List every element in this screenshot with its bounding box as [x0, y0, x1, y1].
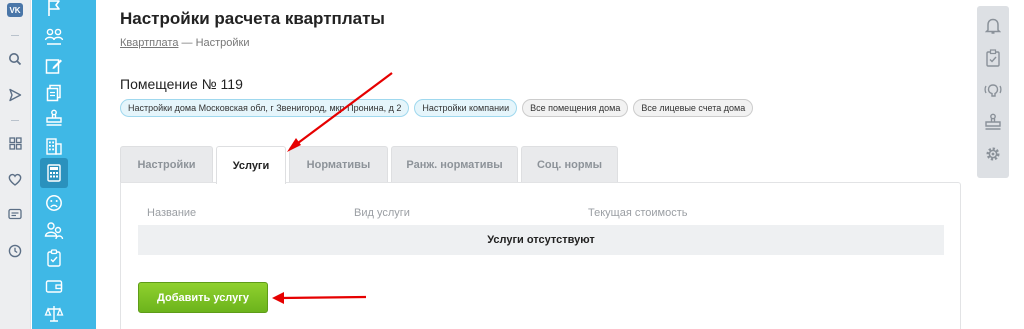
voice-icon[interactable] — [983, 80, 1003, 100]
column-header-name: Название — [147, 207, 197, 219]
breadcrumb-current: Настройки — [195, 37, 250, 49]
wallet-icon[interactable] — [44, 276, 64, 296]
empty-state-row: Услуги отсутствуют — [138, 225, 944, 255]
flag-icon[interactable] — [44, 0, 64, 18]
clipboard-icon[interactable] — [44, 248, 64, 268]
apps-grid-icon[interactable] — [7, 135, 23, 151]
tab-ranged-norms[interactable]: Ранж. нормативы — [391, 146, 518, 183]
chip-company-settings[interactable]: Настройки компании — [414, 99, 518, 117]
column-header-service-type: Вид услуги — [354, 207, 410, 219]
search-icon[interactable] — [7, 51, 23, 67]
bell-icon[interactable] — [983, 16, 1003, 36]
clock-icon[interactable] — [7, 243, 23, 259]
column-header-current-cost: Текущая стоимость — [588, 207, 688, 219]
gear-icon[interactable] — [983, 144, 1003, 164]
breadcrumb: Квартплата — Настройки — [120, 37, 250, 49]
breadcrumb-link-kvartplata[interactable]: Квартплата — [120, 37, 178, 49]
settings-chips: Настройки дома Московская обл, г Звениго… — [120, 99, 754, 117]
add-service-button[interactable]: Добавить услугу — [138, 282, 268, 313]
users-icon[interactable] — [44, 221, 64, 241]
checklist-icon[interactable] — [983, 48, 1003, 68]
people-icon[interactable] — [44, 27, 64, 47]
stamp-icon[interactable] — [44, 108, 64, 128]
services-panel: Название Вид услуги Текущая стоимость Ус… — [120, 182, 961, 329]
tab-norms[interactable]: Нормативы — [289, 146, 388, 183]
sad-face-icon[interactable] — [44, 193, 64, 213]
chip-all-rooms[interactable]: Все помещения дома — [522, 99, 629, 117]
scales-icon[interactable] — [44, 304, 64, 324]
vk-left-rail: VK — [0, 0, 31, 329]
tab-settings[interactable]: Настройки — [120, 146, 213, 183]
vk-logo[interactable]: VK — [7, 3, 23, 17]
calculator-icon[interactable] — [44, 163, 64, 183]
rail-divider — [11, 35, 19, 36]
stamp-icon[interactable] — [983, 112, 1003, 132]
rail-divider — [11, 120, 19, 121]
heart-icon[interactable] — [7, 171, 23, 187]
tab-services[interactable]: Услуги — [216, 146, 286, 184]
card-icon[interactable] — [7, 206, 23, 222]
right-tool-rail — [977, 6, 1009, 178]
tab-social-norms[interactable]: Соц. нормы — [521, 146, 618, 183]
send-icon[interactable] — [7, 87, 23, 103]
documents-icon[interactable] — [44, 83, 64, 103]
chip-house-settings[interactable]: Настройки дома Московская обл, г Звениго… — [120, 99, 410, 117]
app-sidebar — [32, 0, 96, 329]
page-title: Настройки расчета квартплаты — [120, 9, 385, 28]
app-window: VK Настройки расчета квартплаты Квартпла… — [0, 0, 1024, 329]
building-icon[interactable] — [44, 136, 64, 156]
edit-icon[interactable] — [44, 56, 64, 76]
breadcrumb-separator: — — [178, 37, 196, 49]
room-label: Помещение № 119 — [120, 76, 243, 92]
chip-all-accounts[interactable]: Все лицевые счета дома — [633, 99, 754, 117]
